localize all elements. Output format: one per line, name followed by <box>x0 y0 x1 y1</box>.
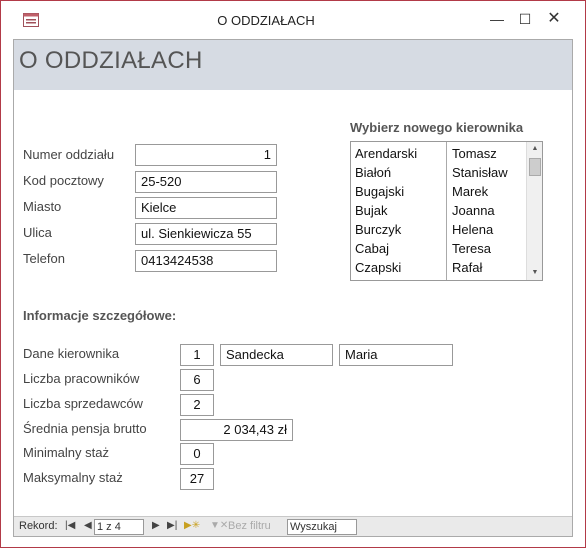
list-item[interactable]: Tomasz <box>452 144 497 163</box>
pracownicy-label: Liczba pracowników <box>23 371 140 386</box>
kod-field[interactable]: 25-520 <box>135 171 277 193</box>
list-item[interactable]: Helena <box>452 220 493 239</box>
scrollbar-thumb[interactable] <box>529 158 541 176</box>
listbox-scrollbar[interactable]: ▲ ▼ <box>526 142 542 280</box>
list-item[interactable]: Czapski <box>355 258 401 277</box>
minstaz-field[interactable]: 0 <box>180 443 214 465</box>
previous-record-icon[interactable]: ◀ <box>84 520 92 531</box>
list-item[interactable]: Bugajski <box>355 182 404 201</box>
close-button[interactable]: ✕ <box>539 7 569 31</box>
last-record-icon[interactable]: ▶| <box>167 520 177 531</box>
numer-label: Numer oddziału <box>23 147 115 162</box>
new-record-icon[interactable]: ▶✳ <box>184 520 200 531</box>
numer-field[interactable]: 1 <box>135 144 277 166</box>
list-item[interactable]: Białoń <box>355 163 391 182</box>
details-title: Informacje szczegółowe: <box>23 308 177 323</box>
list-item[interactable]: Arendarski <box>355 144 417 163</box>
minimize-button[interactable]: — <box>482 7 512 31</box>
name-column: Tomasz Stanisław Marek Joanna Helena Ter… <box>448 142 526 280</box>
telefon-label: Telefon <box>23 251 65 266</box>
sprzedawcy-label: Liczba sprzedawców <box>23 396 143 411</box>
telefon-field[interactable]: 0413424538 <box>135 250 277 272</box>
list-item[interactable]: Cabaj <box>355 239 389 258</box>
miasto-label: Miasto <box>23 199 62 214</box>
list-item[interactable]: Joanna <box>452 201 495 220</box>
title-bar: O ODDZIAŁACH — ☐ ✕ <box>1 1 585 39</box>
scroll-up-icon[interactable]: ▲ <box>527 142 543 156</box>
ulica-label: Ulica <box>23 225 52 240</box>
maximize-button[interactable]: ☐ <box>510 7 540 31</box>
list-item[interactable]: Stanisław <box>452 163 508 182</box>
ulica-field[interactable]: ul. Sienkiewicza 55 <box>135 223 277 245</box>
list-item[interactable]: Teresa <box>452 239 491 258</box>
dane-label: Dane kierownika <box>23 346 120 361</box>
scroll-down-icon[interactable]: ▼ <box>527 266 543 280</box>
form-body: O ODDZIAŁACH Numer oddziału 1 Kod poczto… <box>13 39 573 537</box>
sprzedawcy-field[interactable]: 2 <box>180 394 214 416</box>
filter-icon[interactable]: ▼✕ <box>210 520 228 531</box>
maxstaz-label: Maksymalny staż <box>23 470 123 485</box>
first-record-icon[interactable]: |◀ <box>65 520 75 531</box>
manager-id-field[interactable]: 1 <box>180 344 214 366</box>
record-navigation-bar: Rekord: |◀ ◀ 1 z 4 ▶ ▶| ▶✳ ▼✕ Bez filtru… <box>14 516 572 536</box>
list-item[interactable]: Marek <box>452 182 488 201</box>
pracownicy-field[interactable]: 6 <box>180 369 214 391</box>
manager-name-field[interactable]: Maria <box>339 344 453 366</box>
kod-label: Kod pocztowy <box>23 173 104 188</box>
search-input[interactable]: Wyszukaj <box>287 519 357 535</box>
manager-surname-field[interactable]: Sandecka <box>220 344 333 366</box>
record-label: Rekord: <box>19 520 58 532</box>
filter-status[interactable]: Bez filtru <box>228 520 271 532</box>
window-title: O ODDZIAŁACH <box>217 13 315 28</box>
access-form-window: O ODDZIAŁACH — ☐ ✕ O ODDZIAŁACH Numer od… <box>0 0 586 548</box>
list-item[interactable]: Bujak <box>355 201 388 220</box>
minstaz-label: Minimalny staż <box>23 445 109 460</box>
pensja-label: Średnia pensja brutto <box>23 421 147 436</box>
surname-column: Arendarski Białoń Bugajski Bujak Burczyk… <box>351 142 447 280</box>
page-title: O ODDZIAŁACH <box>19 47 203 74</box>
list-item[interactable]: Burczyk <box>355 220 401 239</box>
record-position-field[interactable]: 1 z 4 <box>94 519 144 535</box>
form-header: O ODDZIAŁACH <box>14 40 572 90</box>
manager-listbox[interactable]: Arendarski Białoń Bugajski Bujak Burczyk… <box>350 141 543 281</box>
next-record-icon[interactable]: ▶ <box>152 520 160 531</box>
miasto-field[interactable]: Kielce <box>135 197 277 219</box>
maxstaz-field[interactable]: 27 <box>180 468 214 490</box>
manager-picker-title: Wybierz nowego kierownika <box>350 120 524 135</box>
list-item[interactable]: Rafał <box>452 258 482 277</box>
pensja-field[interactable]: 2 034,43 zł <box>180 419 293 441</box>
